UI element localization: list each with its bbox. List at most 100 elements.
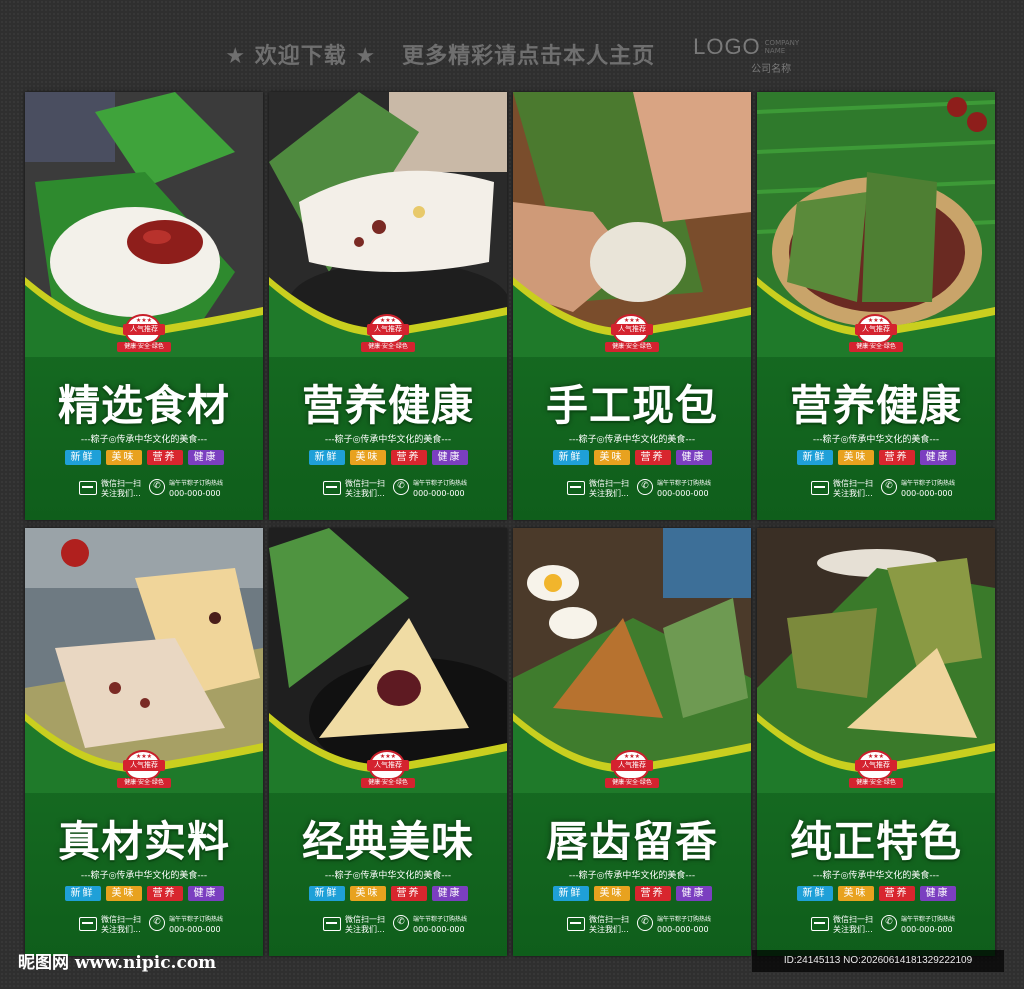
badge-stars: ★★★ xyxy=(135,317,153,324)
phone-icon: ✆ xyxy=(881,915,897,931)
feature-pills: 新鲜 美味 营养 健康 xyxy=(269,886,507,901)
feature-pills: 新鲜 美味 营养 健康 xyxy=(513,886,751,901)
poster-card[interactable]: ★★★ 人气推荐 健康·安全·绿色 精选食材 ---粽子◎传承中华文化的美食--… xyxy=(25,92,263,520)
phone-text: 端午节粽子订购热线 000-000-000 xyxy=(901,480,956,498)
wechat-text: 微信扫一扫 关注我们... xyxy=(589,479,629,498)
badge-tags: 健康·安全·绿色 xyxy=(117,778,171,788)
badge-label: 人气推荐 xyxy=(123,760,165,771)
badge-label: 人气推荐 xyxy=(611,324,653,335)
more-text[interactable]: 更多精彩请点击本人主页 xyxy=(402,38,655,70)
feature-pills: 新鲜 美味 营养 健康 xyxy=(757,886,995,901)
scan-icon xyxy=(323,917,341,931)
feature-pill: 新鲜 xyxy=(64,886,101,901)
feature-pills: 新鲜 美味 营养 健康 xyxy=(269,450,507,465)
badge-tags: 健康·安全·绿色 xyxy=(361,778,415,788)
feature-pill: 健康 xyxy=(431,450,468,465)
download-banner: ★ 欢迎下载 ★ 更多精彩请点击本人主页 LOGO COMPANY NAME 公… xyxy=(0,30,1024,78)
badge-stars: ★★★ xyxy=(623,753,641,760)
badge-tags: 健康·安全·绿色 xyxy=(849,342,903,352)
phone-text: 端午节粽子订购热线 000-000-000 xyxy=(901,916,956,934)
card-title: 唇齿留香 xyxy=(545,817,718,866)
phone-icon: ✆ xyxy=(393,479,409,495)
contact-info: 微信扫一扫 关注我们... ✆ 端午节粽子订购热线 000-000-000 xyxy=(269,913,507,941)
phone-text: 端午节粽子订购热线 000-000-000 xyxy=(413,916,468,934)
feature-pill: 健康 xyxy=(187,886,224,901)
phone-text: 端午节粽子订购热线 000-000-000 xyxy=(169,480,224,498)
badge-label: 人气推荐 xyxy=(367,760,409,771)
company-name: 公司名称 xyxy=(751,63,792,75)
phone-icon: ✆ xyxy=(149,915,165,931)
contact-info: 微信扫一扫 关注我们... ✆ 端午节粽子订购热线 000-000-000 xyxy=(513,913,751,941)
feature-pill: 美味 xyxy=(349,450,386,465)
poster-card[interactable]: ★★★ 人气推荐 健康·安全·绿色 经典美味 ---粽子◎传承中华文化的美食--… xyxy=(269,528,507,956)
poster-card[interactable]: ★★★ 人气推荐 健康·安全·绿色 营养健康 ---粽子◎传承中华文化的美食--… xyxy=(269,92,507,520)
logo-text: LOGO xyxy=(693,33,761,59)
card-title: 手工现包 xyxy=(545,381,718,430)
feature-pills: 新鲜 美味 营养 健康 xyxy=(25,886,263,901)
contact-info: 微信扫一扫 关注我们... ✆ 端午节粽子订购热线 000-000-000 xyxy=(25,477,263,505)
phone-icon: ✆ xyxy=(637,915,653,931)
badge-tags: 健康·安全·绿色 xyxy=(361,342,415,352)
logo-subtext: COMPANY NAME xyxy=(764,38,800,55)
card-title: 真材实料 xyxy=(57,817,230,866)
feature-pill: 健康 xyxy=(431,886,468,901)
badge-label: 人气推荐 xyxy=(123,324,165,335)
phone-icon: ✆ xyxy=(881,479,897,495)
badge-stars: ★★★ xyxy=(379,753,397,760)
wechat-text: 微信扫一扫 关注我们... xyxy=(345,915,385,934)
feature-pill: 美味 xyxy=(593,886,630,901)
phone-text: 端午节粽子订购热线 000-000-000 xyxy=(413,480,468,498)
card-title: 经典美味 xyxy=(301,817,474,866)
image-id-label: ID:24145113 NO:20260614181329222109 xyxy=(752,950,1004,972)
recommend-badge: ★★★ 人气推荐 健康·安全·绿色 xyxy=(361,750,415,792)
badge-tags: 健康·安全·绿色 xyxy=(605,342,659,352)
poster-card[interactable]: ★★★ 人气推荐 健康·安全·绿色 手工现包 ---粽子◎传承中华文化的美食--… xyxy=(513,92,751,520)
scan-icon xyxy=(811,481,829,495)
card-subtitle: ---粽子◎传承中华文化的美食--- xyxy=(812,435,940,445)
feature-pill: 健康 xyxy=(919,886,956,901)
feature-pill: 营养 xyxy=(634,886,671,901)
card-subtitle: ---粽子◎传承中华文化的美食--- xyxy=(324,435,452,445)
contact-info: 微信扫一扫 关注我们... ✆ 端午节粽子订购热线 000-000-000 xyxy=(269,477,507,505)
feature-pill: 营养 xyxy=(878,450,915,465)
recommend-badge: ★★★ 人气推荐 健康·安全·绿色 xyxy=(361,314,415,356)
card-subtitle: ---粽子◎传承中华文化的美食--- xyxy=(324,871,452,881)
recommend-badge: ★★★ 人气推荐 健康·安全·绿色 xyxy=(605,314,659,356)
poster-card[interactable]: ★★★ 人气推荐 健康·安全·绿色 唇齿留香 ---粽子◎传承中华文化的美食--… xyxy=(513,528,751,956)
card-subtitle: ---粽子◎传承中华文化的美食--- xyxy=(80,435,208,445)
feature-pill: 美味 xyxy=(105,886,142,901)
wechat-text: 微信扫一扫 关注我们... xyxy=(345,479,385,498)
feature-pill: 营养 xyxy=(634,450,671,465)
recommend-badge: ★★★ 人气推荐 健康·安全·绿色 xyxy=(849,750,903,792)
contact-info: 微信扫一扫 关注我们... ✆ 端午节粽子订购热线 000-000-000 xyxy=(25,913,263,941)
phone-text: 端午节粽子订购热线 000-000-000 xyxy=(657,480,712,498)
feature-pill: 营养 xyxy=(878,886,915,901)
wechat-text: 微信扫一扫 关注我们... xyxy=(101,915,141,934)
phone-icon: ✆ xyxy=(393,915,409,931)
feature-pill: 营养 xyxy=(390,450,427,465)
card-title: 营养健康 xyxy=(789,381,962,430)
wechat-text: 微信扫一扫 关注我们... xyxy=(589,915,629,934)
feature-pill: 美味 xyxy=(837,886,874,901)
card-subtitle: ---粽子◎传承中华文化的美食--- xyxy=(80,871,208,881)
scan-icon xyxy=(811,917,829,931)
card-subtitle: ---粽子◎传承中华文化的美食--- xyxy=(812,871,940,881)
badge-label: 人气推荐 xyxy=(367,324,409,335)
card-title: 纯正特色 xyxy=(789,817,962,866)
logo: LOGO COMPANY NAME 公司名称 xyxy=(693,34,799,75)
recommend-badge: ★★★ 人气推荐 健康·安全·绿色 xyxy=(605,750,659,792)
phone-text: 端午节粽子订购热线 000-000-000 xyxy=(169,916,224,934)
recommend-badge: ★★★ 人气推荐 健康·安全·绿色 xyxy=(117,750,171,792)
poster-card[interactable]: ★★★ 人气推荐 健康·安全·绿色 真材实料 ---粽子◎传承中华文化的美食--… xyxy=(25,528,263,956)
feature-pill: 新鲜 xyxy=(308,886,345,901)
poster-card[interactable]: ★★★ 人气推荐 健康·安全·绿色 纯正特色 ---粽子◎传承中华文化的美食--… xyxy=(757,528,995,956)
welcome-text: ★ 欢迎下载 ★ xyxy=(225,44,377,69)
card-title: 营养健康 xyxy=(301,381,474,430)
feature-pill: 美味 xyxy=(105,450,142,465)
feature-pill: 新鲜 xyxy=(796,450,833,465)
badge-label: 人气推荐 xyxy=(855,324,897,335)
feature-pill: 健康 xyxy=(187,450,224,465)
poster-card[interactable]: ★★★ 人气推荐 健康·安全·绿色 营养健康 ---粽子◎传承中华文化的美食--… xyxy=(757,92,995,520)
feature-pill: 健康 xyxy=(675,450,712,465)
scan-icon xyxy=(323,481,341,495)
